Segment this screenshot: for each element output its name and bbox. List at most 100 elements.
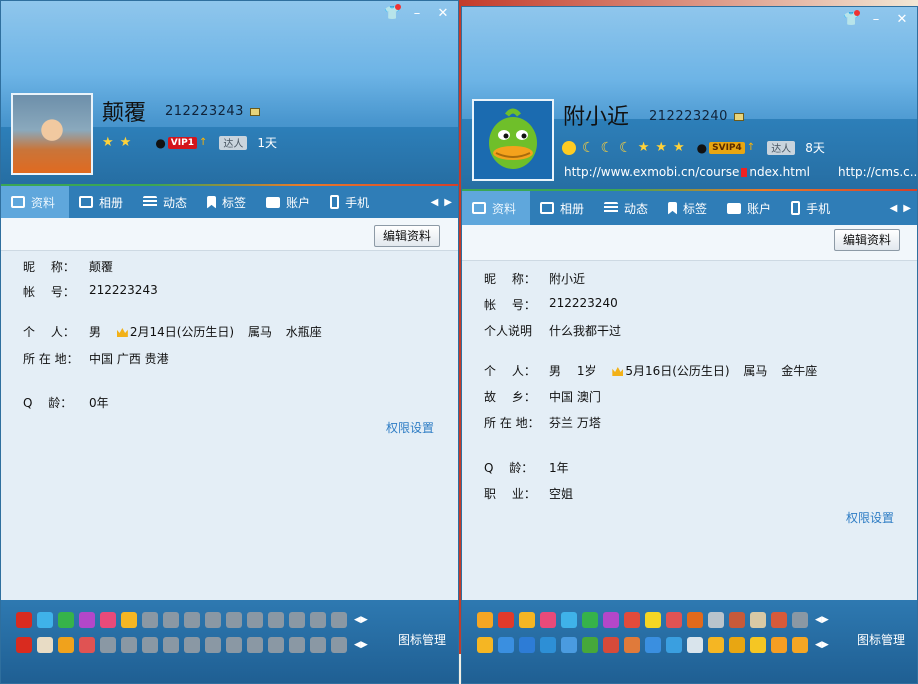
qq-icon[interactable] (16, 612, 32, 628)
sun-icon[interactable] (562, 140, 576, 155)
gray-lock-icon[interactable] (289, 637, 305, 653)
gray-cap-icon[interactable] (163, 637, 179, 653)
tab-mobile[interactable]: 手机 (781, 191, 840, 225)
tab-album[interactable]: 相册 (530, 191, 594, 225)
skin-icon[interactable]: 👕 (384, 4, 401, 21)
skin-icon[interactable]: 👕 (843, 10, 860, 27)
moon-icon[interactable]: ☾ (619, 140, 632, 156)
mail-icon[interactable] (687, 637, 703, 653)
homepage-link-1[interactable]: http://www.exmobi.cn/course ndex.html (564, 165, 810, 179)
car-icon[interactable] (79, 637, 95, 653)
star-icon[interactable]: ★ (655, 140, 667, 155)
star-icon[interactable]: ★ (120, 135, 132, 150)
gray-game-icon[interactable] (226, 612, 242, 628)
red-app-icon[interactable] (603, 637, 619, 653)
gray-cat-icon[interactable] (100, 637, 116, 653)
gray-book-icon[interactable] (331, 637, 347, 653)
close-icon[interactable]: ✕ (436, 7, 450, 21)
tab-feed[interactable]: 动态 (133, 186, 197, 218)
heart-icon[interactable] (624, 612, 640, 628)
hand-icon[interactable] (519, 612, 535, 628)
daren-badge[interactable]: 达人 (767, 140, 796, 155)
orange-app-icon[interactable] (624, 637, 640, 653)
qq-tag-icon[interactable] (249, 107, 260, 116)
permission-link[interactable]: 权限设置 (846, 509, 894, 526)
gray-app-icon[interactable] (121, 637, 137, 653)
gray-gem2-icon[interactable] (310, 612, 326, 628)
icon-manager-link[interactable]: 图标管理 (857, 631, 905, 648)
homepage-link-2[interactable]: http://cms.c... (838, 165, 917, 179)
gray-camera-icon[interactable] (142, 637, 158, 653)
tab-tags[interactable]: 标签 (658, 191, 717, 225)
gray-gem3-icon[interactable] (331, 612, 347, 628)
star-gold-icon[interactable] (477, 637, 493, 653)
chevron-left-icon[interactable]: ◀ (431, 197, 439, 208)
gray-circle-icon[interactable] (205, 637, 221, 653)
qq-red-icon[interactable] (16, 637, 32, 653)
game-red-icon[interactable] (498, 612, 514, 628)
tab-mobile[interactable]: 手机 (320, 186, 379, 218)
gray-shield-icon[interactable] (184, 637, 200, 653)
qq-gold-icon[interactable] (477, 612, 493, 628)
tab-feed[interactable]: 动态 (594, 191, 658, 225)
qq-tag-icon[interactable] (733, 112, 744, 121)
blue-app2-icon[interactable] (540, 637, 556, 653)
music-icon[interactable] (729, 612, 745, 628)
moon-icon[interactable]: ☾ (582, 140, 595, 156)
car2-icon[interactable] (771, 612, 787, 628)
avatar[interactable] (472, 99, 554, 181)
pen-icon[interactable] (561, 637, 577, 653)
blue-app-icon[interactable] (519, 637, 535, 653)
qq-show-icon[interactable] (792, 637, 808, 653)
car-icon[interactable] (666, 612, 682, 628)
diamond-purple-icon[interactable] (603, 612, 619, 628)
card-yellow-icon[interactable] (121, 612, 137, 628)
gray-ghost-icon[interactable] (268, 637, 284, 653)
diamond-blue-icon[interactable] (37, 612, 53, 628)
gray-gem-icon[interactable] (289, 612, 305, 628)
minimize-icon[interactable]: – (410, 7, 424, 21)
star-icon[interactable]: ★ (673, 140, 685, 155)
cake-icon[interactable] (771, 637, 787, 653)
diamond-blue-icon[interactable] (561, 612, 577, 628)
tab-tags[interactable]: 标签 (197, 186, 256, 218)
gray-diamond-icon[interactable] (205, 612, 221, 628)
tab-profile[interactable]: 资料 (1, 186, 69, 218)
diamond-purple-icon[interactable] (79, 612, 95, 628)
gray-box-icon[interactable] (226, 637, 242, 653)
chevron-right-icon[interactable]: ▶ (444, 197, 452, 208)
farm-icon[interactable] (582, 637, 598, 653)
tab-profile[interactable]: 资料 (462, 191, 530, 225)
bear-icon[interactable] (708, 637, 724, 653)
gray-monitor-icon[interactable] (247, 612, 263, 628)
gray-heart-icon[interactable] (163, 612, 179, 628)
chevron-right-icon[interactable]: ▶ (903, 203, 911, 214)
diamond-green-icon[interactable] (58, 612, 74, 628)
book-icon[interactable] (750, 612, 766, 628)
minimize-icon[interactable]: – (869, 13, 883, 27)
icon-manager-link[interactable]: 图标管理 (398, 631, 446, 648)
blue-app3-icon[interactable] (645, 637, 661, 653)
chevron-left-icon[interactable]: ◀ (890, 203, 898, 214)
qzone-icon[interactable] (498, 637, 514, 653)
music-icon[interactable] (58, 637, 74, 653)
tab-album[interactable]: 相册 (69, 186, 133, 218)
edit-profile-button[interactable]: 编辑资料 (373, 225, 440, 247)
gray-penguin-icon[interactable] (184, 612, 200, 628)
sun-game-icon[interactable] (750, 637, 766, 653)
permission-link[interactable]: 权限设置 (386, 419, 434, 436)
icon-scroll-icon[interactable]: ◀▶ (354, 615, 368, 625)
gray-night-icon[interactable] (247, 637, 263, 653)
star-icon[interactable]: ★ (102, 135, 114, 150)
mail-icon[interactable] (37, 637, 53, 653)
gray-pet-icon[interactable] (792, 612, 808, 628)
blue-app4-icon[interactable] (666, 637, 682, 653)
star-gray-icon[interactable] (708, 612, 724, 628)
svip-badge[interactable]: ● SVIP4 ↑ (697, 141, 756, 155)
diamond-yellow-icon[interactable] (645, 612, 661, 628)
icon-scroll-icon[interactable]: ◀▶ (354, 640, 368, 650)
bird-icon[interactable] (687, 612, 703, 628)
avatar[interactable] (11, 93, 93, 175)
close-icon[interactable]: ✕ (895, 13, 909, 27)
diamond-red-icon[interactable] (540, 612, 556, 628)
